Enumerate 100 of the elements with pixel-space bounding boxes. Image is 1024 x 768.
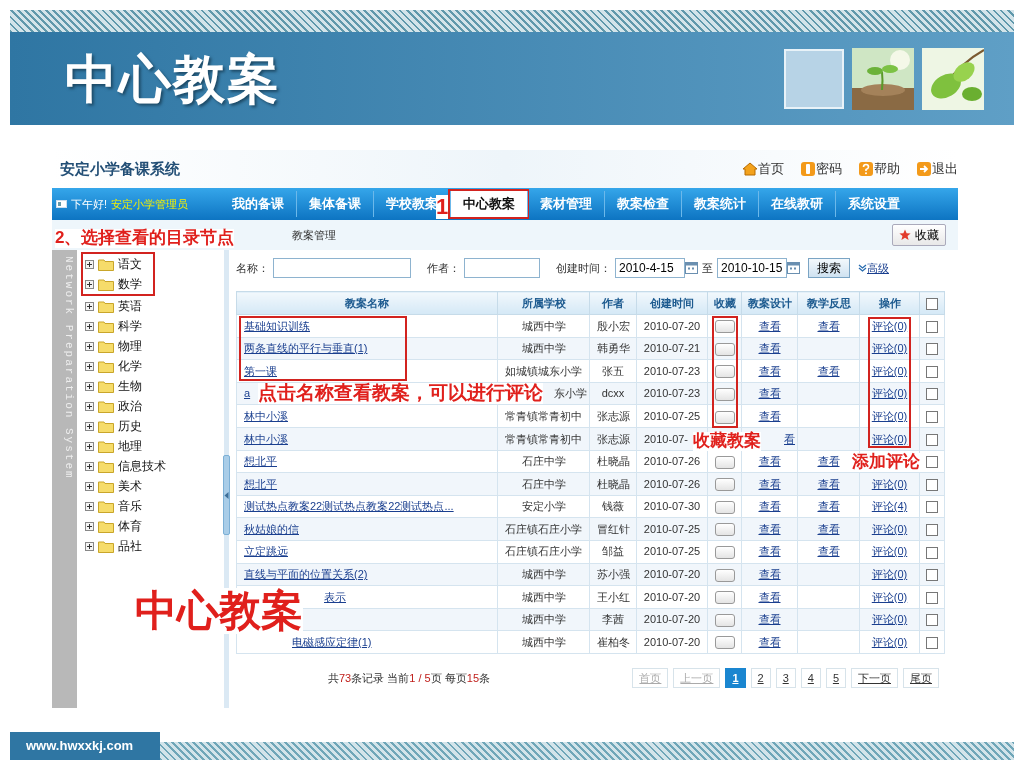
plan-link[interactable]: 电磁感应定律(1) — [292, 635, 372, 648]
favorite-toggle[interactable] — [714, 636, 735, 650]
tree-item[interactable]: 地理 — [85, 436, 166, 456]
page-button[interactable]: 3 — [775, 667, 796, 689]
tree-item[interactable]: 生物 — [85, 376, 166, 396]
checkbox[interactable] — [926, 433, 938, 446]
view-link[interactable]: 查看 — [817, 319, 840, 332]
expand-icon[interactable] — [85, 401, 94, 411]
checkbox[interactable] — [926, 636, 938, 649]
plan-link[interactable]: 秋姑娘的信 — [244, 522, 299, 535]
favorite-toggle[interactable] — [714, 410, 735, 424]
checkbox[interactable] — [926, 320, 938, 333]
favorite-toggle[interactable] — [714, 320, 735, 334]
page-button[interactable]: 下一页 — [851, 667, 898, 689]
input-field[interactable] — [464, 258, 540, 278]
checkbox[interactable] — [926, 388, 938, 401]
expand-icon[interactable] — [85, 259, 94, 269]
tree-item[interactable]: 品社 — [85, 536, 166, 556]
checkbox[interactable] — [926, 546, 938, 559]
tree-item[interactable]: 历史 — [85, 416, 166, 436]
tree-item[interactable]: 英语 — [85, 296, 166, 316]
checkbox[interactable] — [926, 343, 938, 356]
favorite-toggle[interactable] — [714, 568, 735, 582]
expand-icon[interactable] — [85, 361, 94, 371]
bookmark-button[interactable]: 收藏 — [892, 224, 946, 246]
checkbox[interactable] — [926, 501, 938, 514]
nav-tab[interactable]: 中心教案 — [450, 191, 527, 217]
checkbox[interactable] — [926, 411, 938, 423]
plan-link[interactable]: 第一课 — [244, 364, 277, 377]
favorite-toggle[interactable] — [714, 342, 735, 356]
checkbox[interactable] — [926, 591, 938, 604]
checkbox[interactable] — [926, 614, 938, 627]
top-link[interactable]: 退出 — [916, 159, 958, 179]
tree-item[interactable]: 物理 — [85, 336, 166, 356]
nav-tab[interactable]: 素材管理 — [527, 191, 604, 217]
view-link[interactable]: 查看 — [817, 522, 840, 535]
favorite-toggle[interactable] — [714, 478, 735, 492]
expand-icon[interactable] — [85, 541, 94, 551]
view-link[interactable]: 查看 — [817, 477, 840, 490]
top-link[interactable]: 密码 — [800, 159, 842, 179]
expand-icon[interactable] — [85, 279, 94, 289]
top-link[interactable]: 帮助 — [858, 159, 900, 179]
expand-icon[interactable] — [85, 421, 94, 431]
plan-link[interactable]: 表示 — [324, 590, 346, 603]
collapse-handle[interactable] — [223, 455, 231, 535]
plan-link[interactable]: 想北平 — [244, 477, 277, 490]
nav-tab[interactable]: 集体备课 — [296, 191, 373, 217]
checkbox[interactable] — [926, 297, 938, 310]
tree-item[interactable]: 科学 — [85, 316, 166, 336]
page-button[interactable]: 4 — [800, 667, 821, 689]
favorite-toggle[interactable] — [714, 387, 735, 401]
view-link[interactable]: 查看 — [817, 545, 840, 558]
expand-icon[interactable] — [85, 381, 94, 391]
favorite-toggle[interactable] — [714, 500, 735, 514]
page-button[interactable]: 2 — [750, 667, 771, 689]
checkbox[interactable] — [926, 569, 938, 582]
tree-item[interactable]: 体育 — [85, 516, 166, 536]
checkbox[interactable] — [926, 365, 938, 378]
calendar-icon[interactable] — [685, 262, 698, 274]
expand-icon[interactable] — [85, 501, 94, 511]
plan-link[interactable]: 想北平 — [244, 455, 277, 468]
tree-item[interactable]: 化学 — [85, 356, 166, 376]
page-button[interactable]: 尾页 — [903, 667, 939, 689]
nav-tab[interactable]: 我的备课 — [220, 191, 296, 217]
view-link[interactable]: 查看 — [817, 364, 840, 377]
tree-item[interactable]: 政治 — [85, 396, 166, 416]
tree-item[interactable]: 音乐 — [85, 496, 166, 516]
input-field[interactable] — [273, 258, 411, 278]
date-field[interactable]: 2010-10-15 — [717, 258, 787, 278]
date-field[interactable]: 2010-4-15 — [615, 258, 685, 278]
favorite-toggle[interactable] — [714, 546, 735, 560]
nav-tab[interactable]: 在线教研 — [758, 191, 835, 217]
expand-icon[interactable] — [85, 321, 94, 331]
calendar-icon[interactable] — [787, 262, 800, 274]
plan-link[interactable]: 立定跳远 — [244, 545, 288, 558]
top-link[interactable]: 首页 — [742, 159, 784, 179]
expand-icon[interactable] — [85, 461, 94, 471]
nav-tab[interactable]: 教案统计 — [681, 191, 758, 217]
expand-icon[interactable] — [85, 441, 94, 451]
expand-icon[interactable] — [85, 341, 94, 351]
plan-link[interactable]: 基础知识训练 — [244, 319, 310, 332]
favorite-toggle[interactable] — [714, 591, 735, 605]
nav-tab[interactable]: 系统设置 — [835, 191, 912, 217]
tree-item[interactable]: 语文 — [85, 254, 151, 274]
view-link[interactable]: 看 — [784, 432, 795, 445]
nav-tab[interactable]: 教案检查 — [604, 191, 681, 217]
favorite-toggle[interactable] — [714, 455, 735, 469]
favorite-toggle[interactable] — [714, 365, 735, 379]
checkbox[interactable] — [926, 524, 938, 536]
expand-icon[interactable] — [85, 521, 94, 531]
tree-item[interactable]: 数学 — [85, 274, 151, 294]
expand-icon[interactable] — [85, 301, 94, 311]
tree-item[interactable]: 信息技术 — [85, 456, 166, 476]
checkbox[interactable] — [926, 478, 938, 491]
tree-item[interactable]: 美术 — [85, 476, 166, 496]
search-button[interactable]: 搜索 — [808, 258, 850, 278]
favorite-toggle[interactable] — [714, 523, 735, 537]
plan-link[interactable]: 林中小溪 — [244, 432, 288, 445]
plan-link[interactable]: a — [244, 387, 251, 400]
expand-icon[interactable] — [85, 481, 94, 491]
